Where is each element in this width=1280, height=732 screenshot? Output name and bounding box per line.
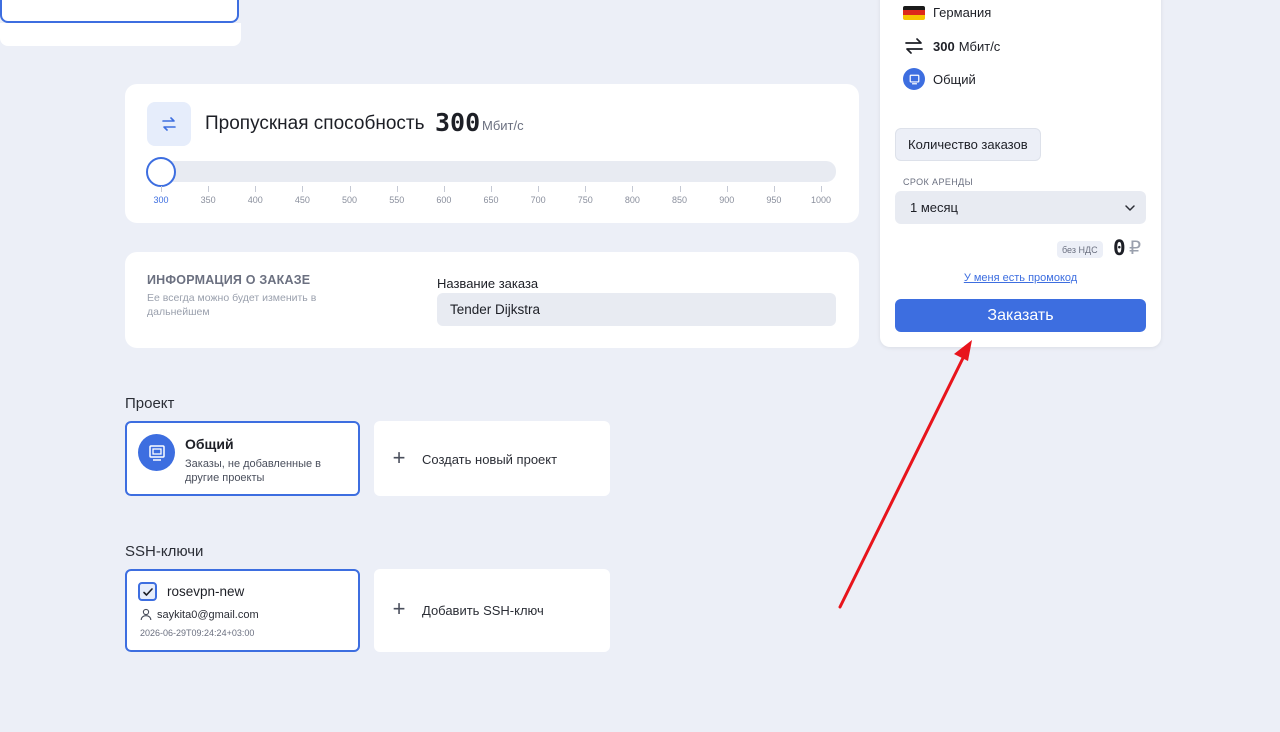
summary-project: Общий [903,68,976,90]
slider-tick [443,186,445,192]
currency-sign: ₽ [1129,238,1142,259]
order-summary-panel: Германия 300 Мбит/с Общий Количество зак… [880,0,1161,347]
slider-tick-label: 600 [436,195,452,205]
add-ssh-key-label: Добавить SSH-ключ [422,603,544,618]
project-name: Общий [185,436,234,452]
slider-tick [161,186,162,192]
slider-tick-label: 350 [200,195,216,205]
slider-tick [538,186,540,192]
slider-tick [491,186,492,192]
add-ssh-key-button[interactable]: + Добавить SSH-ключ [374,569,610,652]
slider-tick-label: 950 [766,195,782,205]
slider-tick [585,186,587,192]
create-project-button[interactable]: + Создать новый проект [374,421,610,496]
bandwidth-card: Пропускная способность 300 Мбит/с 300 350… [125,84,859,223]
price-value: 0 [1113,236,1126,260]
slider-tick [208,186,210,192]
slider-tick [255,186,257,192]
summary-project-label: Общий [933,71,976,87]
slider-tick-label: 800 [624,195,640,205]
rent-period-select[interactable]: 1 месяц [895,191,1146,224]
vat-badge: без НДС [1057,241,1103,258]
create-project-label: Создать новый проект [422,452,558,467]
project-card-selected[interactable]: Общий Заказы, не добавленные в другие пр… [125,421,360,496]
bandwidth-unit: Мбит/с [482,118,524,133]
bandwidth-title: Пропускная способность [205,113,425,134]
slider-tick-label: 750 [577,195,593,205]
summary-speed-value: 300 [933,38,955,54]
top-selected-card[interactable] [0,0,239,23]
user-icon [140,608,152,621]
chevron-down-icon [1125,205,1135,211]
project-icon [138,434,175,471]
slider-tick [396,186,398,192]
summary-speed-unit: Мбит/с [958,38,1001,54]
bandwidth-slider-track[interactable] [147,161,836,182]
ssh-key-card[interactable]: rosevpn-new saykita0@gmail.com 2026-06-2… [125,569,360,652]
rent-period-value: 1 месяц [910,200,958,215]
order-info-subtitle: Ее всегда можно будет изменить в дальней… [147,292,317,318]
ssh-key-name: rosevpn-new [167,584,245,599]
summary-country-label: Германия [933,5,992,20]
order-name-input[interactable]: Tender Dijkstra [437,293,836,326]
germany-flag-icon [903,5,925,20]
slider-tick-label: 550 [389,195,405,205]
ssh-key-date: 2026-06-29T09:24:24+03:00 [140,628,255,638]
slider-tick-label: 1000 [810,195,832,205]
project-small-icon [903,68,925,90]
slider-tick [726,186,728,192]
slider-tick [302,186,304,192]
slider-tick-label: 900 [719,195,735,205]
project-heading: Проект [125,395,175,412]
order-info-card: ИНФОРМАЦИЯ О ЗАКАЗЕ Ее всегда можно буде… [125,252,859,348]
ssh-heading: SSH-ключи [125,543,204,560]
slider-tick-label: 450 [294,195,310,205]
quantity-button[interactable]: Количество заказов [895,128,1041,161]
summary-country: Германия [903,5,991,20]
slider-tick [773,186,775,192]
summary-speed: 300 Мбит/с [903,37,1000,55]
bandwidth-slider-thumb[interactable] [146,157,176,187]
slider-tick [679,186,681,192]
slider-tick-label: 700 [530,195,546,205]
rent-period-label: СРОК АРЕНДЫ [903,177,974,187]
slider-tick-label: 850 [672,195,688,205]
bandwidth-icon [147,102,191,146]
slider-tick [821,186,822,192]
order-name-label: Название заказа [437,276,539,291]
slider-tick-label: 300 [153,195,169,205]
slider-tick-label: 500 [342,195,358,205]
plus-icon: + [392,596,406,621]
ssh-key-email: saykita0@gmail.com [157,609,259,621]
slider-tick [349,186,351,192]
project-description: Заказы, не добавленные в другие проекты [185,458,322,484]
order-button[interactable]: Заказать [895,299,1146,332]
order-info-title: ИНФОРМАЦИЯ О ЗАКАЗЕ [147,273,311,287]
plus-icon: + [392,445,406,470]
bandwidth-value: 300 [435,108,481,137]
transfer-icon [905,38,923,54]
slider-tick-label: 400 [247,195,263,205]
slider-tick [632,186,634,192]
promo-code-link[interactable]: У меня есть промокод [880,272,1161,284]
slider-tick-label: 650 [483,195,499,205]
top-option-card[interactable] [0,23,241,46]
ssh-key-checkbox[interactable] [138,582,157,601]
